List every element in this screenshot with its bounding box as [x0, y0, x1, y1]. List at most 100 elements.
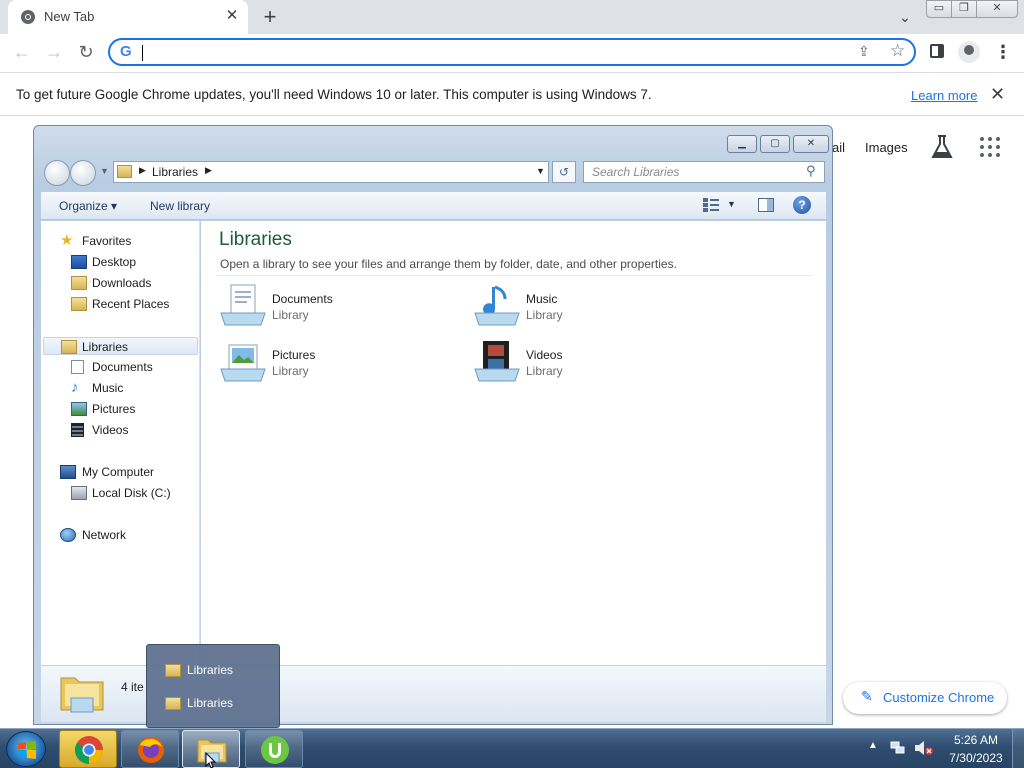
google-apps-icon[interactable]: [980, 137, 1000, 157]
views-dropdown-icon[interactable]: ▼: [727, 199, 736, 209]
tab-close-icon[interactable]: ✕: [222, 6, 242, 26]
breadcrumb-arrow-icon[interactable]: ▶: [139, 165, 146, 176]
show-hidden-icons-icon[interactable]: ▲: [868, 740, 878, 751]
library-name: Music: [526, 292, 558, 306]
library-name: Videos: [526, 348, 563, 362]
network-globe-icon: [60, 528, 76, 542]
thumbnail-label: Libraries: [187, 696, 234, 710]
explorer-back-button[interactable]: [44, 160, 70, 186]
nav-network-label: Network: [82, 528, 127, 542]
libraries-folder-icon: [60, 677, 104, 713]
search-libraries-input[interactable]: Search Libraries ⚲: [583, 161, 825, 183]
desktop-icon: [71, 255, 87, 269]
chrome-tab-strip: New Tab ✕ + ⌄ ▭ ❐ ✕: [0, 0, 1024, 34]
nav-videos[interactable]: Videos: [41, 421, 199, 439]
tab-search-chevron-icon[interactable]: ⌄: [894, 6, 916, 28]
nav-downloads[interactable]: Downloads: [41, 274, 199, 292]
videos-library-icon: [474, 341, 520, 382]
omnibox[interactable]: G ⇪ ☆: [108, 38, 916, 66]
taskbar-chrome-button[interactable]: [59, 730, 117, 768]
breadcrumb-libraries[interactable]: Libraries: [152, 165, 198, 179]
help-icon[interactable]: ?: [793, 196, 811, 214]
labs-flask-icon[interactable]: [930, 134, 954, 160]
explorer-forward-button[interactable]: [70, 160, 96, 186]
downloads-folder-icon: [71, 276, 87, 290]
nav-local-disk[interactable]: Local Disk (C:): [41, 484, 199, 502]
explorer-minimize-button[interactable]: ▁: [727, 135, 757, 153]
preview-pane-icon[interactable]: [758, 198, 774, 212]
infobar-close-icon[interactable]: ✕: [990, 84, 1005, 105]
forward-arrow-icon[interactable]: →: [42, 40, 66, 64]
bookmark-star-icon[interactable]: ☆: [890, 41, 905, 61]
gmail-link[interactable]: ail: [832, 140, 845, 155]
nav-libraries[interactable]: Libraries: [43, 337, 198, 355]
volume-muted-icon[interactable]: [914, 740, 934, 756]
images-link[interactable]: Images: [865, 140, 908, 155]
change-view-icon[interactable]: [703, 198, 719, 212]
start-button[interactable]: [6, 731, 46, 767]
new-library-button[interactable]: New library: [150, 199, 210, 213]
show-desktop-button[interactable]: [1012, 729, 1024, 768]
taskbar-utorrent-button[interactable]: [245, 730, 303, 768]
chrome-menu-icon[interactable]: ⋮: [994, 40, 1012, 64]
profile-avatar[interactable]: [958, 41, 980, 63]
nav-network[interactable]: Network: [41, 526, 199, 544]
window-close-button[interactable]: ✕: [976, 0, 1018, 18]
share-icon[interactable]: ⇪: [858, 43, 870, 60]
refresh-icon[interactable]: ↺: [552, 161, 576, 183]
libraries-folder-icon: [61, 340, 77, 354]
taskbar-firefox-button[interactable]: [121, 730, 179, 768]
nav-local-disk-label: Local Disk (C:): [92, 486, 171, 500]
nav-my-computer[interactable]: My Computer: [41, 463, 199, 481]
tab-new-tab[interactable]: New Tab ✕: [8, 0, 248, 34]
explorer-address-bar[interactable]: ▶ Libraries ▶ ▼: [113, 161, 549, 183]
learn-more-link[interactable]: Learn more: [911, 88, 977, 103]
item-count: 4 ite: [121, 680, 144, 694]
reload-icon[interactable]: ↻: [74, 40, 98, 64]
nav-pictures[interactable]: Pictures: [41, 400, 199, 418]
nav-documents-label: Documents: [92, 360, 153, 374]
navigation-pane: ★ Favorites Desktop Downloads Recent Pla…: [41, 221, 200, 665]
thumbnail-label: Libraries: [187, 663, 234, 677]
breadcrumb-arrow-icon[interactable]: ▶: [205, 165, 212, 176]
search-icon[interactable]: ⚲: [806, 163, 816, 179]
nav-recent-places[interactable]: Recent Places: [41, 295, 199, 313]
new-tab-button[interactable]: +: [258, 3, 282, 31]
nav-documents[interactable]: Documents: [41, 358, 199, 376]
library-documents[interactable]: Documents Library: [219, 283, 459, 333]
page-subtitle: Open a library to see your files and arr…: [220, 257, 677, 271]
nav-my-computer-label: My Computer: [82, 465, 155, 479]
address-dropdown-icon[interactable]: ▼: [536, 166, 545, 176]
customize-chrome-button[interactable]: ✎ Customize Chrome: [843, 682, 1007, 714]
network-tray-icon[interactable]: [890, 740, 906, 756]
clock-time[interactable]: 5:26 AM: [948, 733, 1004, 747]
library-pictures[interactable]: Pictures Library: [219, 339, 459, 389]
nav-desktop[interactable]: Desktop: [41, 253, 199, 271]
organize-button[interactable]: Organize ▾: [59, 199, 117, 213]
nav-recent-places-label: Recent Places: [92, 297, 170, 311]
pencil-icon: ✎: [861, 688, 873, 704]
library-videos[interactable]: Videos Library: [473, 339, 713, 389]
nav-music[interactable]: ♪ Music: [41, 379, 199, 397]
nav-favorites-label: Favorites: [82, 234, 132, 248]
windows-logo-icon: [18, 741, 36, 759]
star-icon: ★: [60, 232, 74, 249]
nav-videos-label: Videos: [92, 423, 129, 437]
google-g-icon: G: [120, 43, 132, 60]
nav-pictures-label: Pictures: [92, 402, 136, 416]
library-type: Library: [272, 308, 309, 322]
explorer-maximize-button[interactable]: ▢: [760, 135, 790, 153]
window-restore-button[interactable]: ❐: [951, 0, 977, 18]
pictures-icon: [71, 402, 87, 416]
back-arrow-icon[interactable]: ←: [10, 40, 34, 64]
recent-pages-dropdown-icon[interactable]: ▼: [100, 166, 109, 176]
window-minimize-button[interactable]: ▭: [926, 0, 952, 18]
documents-library-icon: [220, 284, 266, 326]
clock-date[interactable]: 7/30/2023: [944, 751, 1008, 765]
nav-favorites[interactable]: ★ Favorites: [41, 232, 199, 250]
library-music[interactable]: Music Library: [473, 283, 713, 333]
tab-title: New Tab: [44, 9, 95, 24]
explorer-close-button[interactable]: ✕: [793, 135, 829, 153]
hard-drive-icon: [71, 486, 87, 500]
side-panel-icon[interactable]: [930, 44, 944, 58]
